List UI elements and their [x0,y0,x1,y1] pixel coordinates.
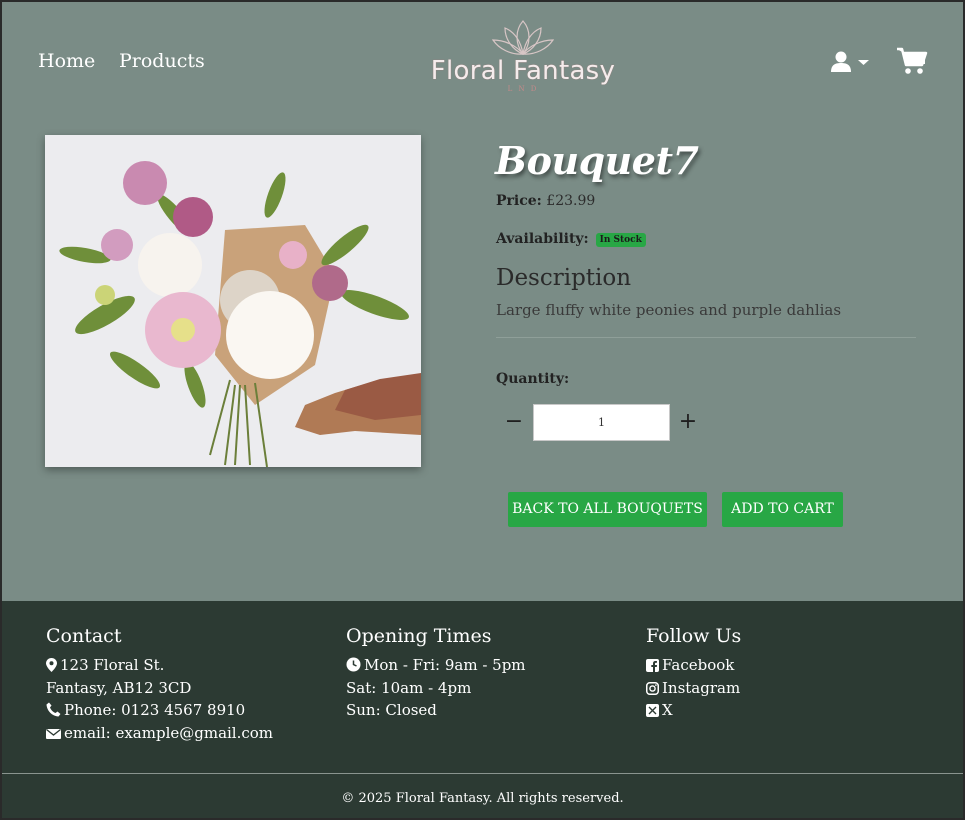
hours-sunday: Sun: Closed [346,701,437,719]
divider [496,337,916,338]
logo-title: Floral Fantasy [430,56,616,86]
envelope-icon [46,728,61,739]
email-text: email: example@gmail.com [64,724,274,742]
availability-row: Availability: In Stock [496,231,646,247]
description-text: Large fluffy white peonies and purple da… [496,301,842,319]
availability-label: Availability: [496,231,589,247]
product-title: Bouquet7 [495,138,699,183]
quantity-increase-button[interactable]: + [676,410,700,434]
cart-button[interactable] [896,46,928,76]
x-text: X [662,701,673,719]
description-heading: Description [496,265,632,291]
copyright-text: © 2025 Floral Fantasy. All rights reserv… [341,791,624,806]
stock-status-badge: In Stock [595,233,646,247]
back-to-bouquets-button[interactable]: BACK TO ALL BOUQUETS [508,492,707,527]
phone-text: Phone: 0123 4567 8910 [64,701,246,719]
x-link[interactable]: X [646,701,673,719]
weekdays-text: Mon - Fri: 9am - 5pm [364,656,526,674]
caret-down-icon [858,60,869,65]
hours-weekdays: Mon - Fri: 9am - 5pm [346,656,526,674]
contact-address-line2: Fantasy, AB12 3CD [46,679,192,697]
contact-address-line1: 123 Floral St. [46,656,164,674]
price-value: £23.99 [546,193,596,209]
hours-saturday: Sat: 10am - 4pm [346,679,472,697]
shopping-cart-icon [897,47,928,74]
contact-heading: Contact [46,625,122,647]
user-icon [831,51,851,72]
contact-email[interactable]: email: example@gmail.com [46,724,273,742]
instagram-link[interactable]: Instagram [646,679,740,697]
instagram-icon [646,682,659,695]
price-label: Price: [496,193,542,209]
facebook-text: Facebook [662,656,735,674]
opening-times-heading: Opening Times [346,625,492,647]
logo-subtitle: L N D [507,85,539,93]
facebook-icon [646,659,659,672]
account-dropdown-button[interactable] [828,48,872,76]
quantity-decrease-button[interactable]: − [502,410,526,434]
nav-home-link[interactable]: Home [38,50,95,72]
price-row: Price: £23.99 [496,193,595,209]
product-image [45,135,421,467]
map-marker-icon [46,658,57,672]
quantity-label: Quantity: [496,371,570,387]
quantity-input[interactable] [533,404,670,441]
clock-icon [346,657,361,672]
nav-products-link[interactable]: Products [119,50,205,72]
address-line1-text: 123 Floral St. [60,656,165,674]
add-to-cart-button[interactable]: ADD TO CART [722,492,843,527]
facebook-link[interactable]: Facebook [646,656,734,674]
logo[interactable]: Floral Fantasy L N D [430,18,616,104]
instagram-text: Instagram [662,679,741,697]
phone-icon [46,702,61,717]
footer-divider [2,773,963,774]
contact-phone[interactable]: Phone: 0123 4567 8910 [46,701,245,719]
lotus-icon [491,20,555,55]
x-twitter-icon [646,704,659,717]
follow-us-heading: Follow Us [646,625,742,647]
